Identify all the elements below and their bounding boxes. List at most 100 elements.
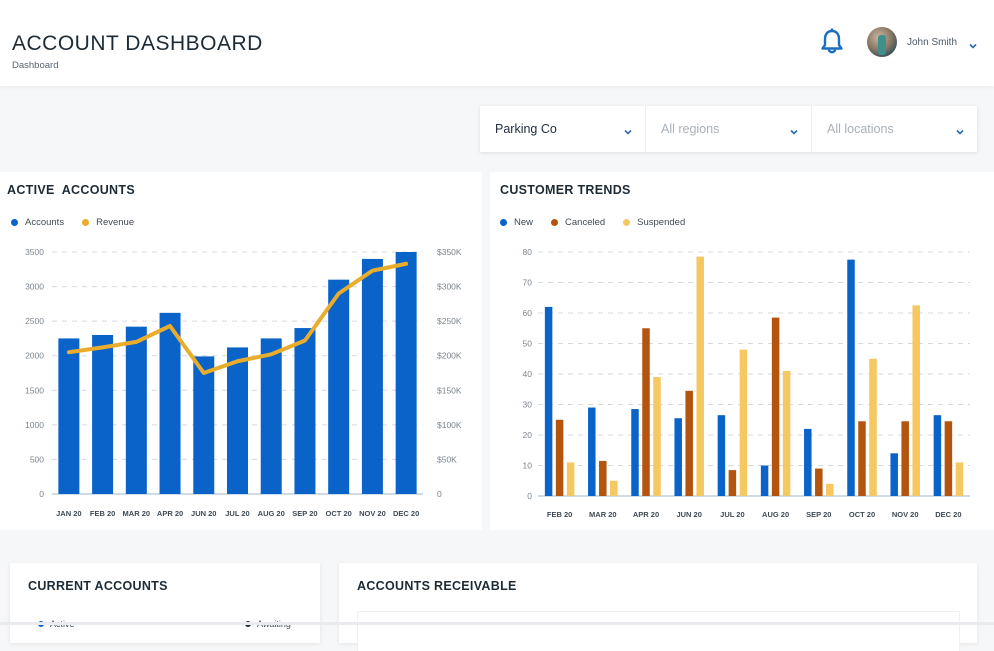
region-select[interactable]: All regions <box>646 106 812 152</box>
current-accounts-card: CURRENT ACCOUNTS Active Awaiting <box>10 563 320 643</box>
bar-suspended <box>782 370 791 496</box>
x-tick-label: FEB 20 <box>547 510 572 519</box>
bar-suspended <box>610 480 618 496</box>
bar-suspended <box>696 256 704 496</box>
company-select[interactable]: Parking Co <box>480 106 646 152</box>
bar-accounts <box>58 338 80 494</box>
chevron-down-icon <box>789 124 799 135</box>
x-tick-label: NOV 20 <box>359 509 386 518</box>
bar-new <box>933 415 942 496</box>
y-tick-label: 3500 <box>25 247 44 257</box>
bar-canceled <box>642 328 650 496</box>
bar-new <box>544 306 553 496</box>
x-tick-label: OCT 20 <box>849 510 875 519</box>
x-tick-label: SEP 20 <box>806 510 831 519</box>
chevron-down-icon <box>623 124 633 135</box>
company-select-value: Parking Co <box>495 122 557 136</box>
y2-tick-label: 0 <box>437 489 442 499</box>
bar-suspended <box>826 483 834 496</box>
bar-new <box>674 418 682 496</box>
y-tick-label: 40 <box>523 369 533 379</box>
bar-suspended <box>739 349 748 496</box>
x-tick-label: OCT 20 <box>326 509 352 518</box>
x-tick-label: JAN 20 <box>56 509 81 518</box>
bar-accounts <box>260 338 282 494</box>
bar-accounts <box>227 347 248 494</box>
y-tick-label: 0 <box>527 491 532 501</box>
bar-suspended <box>566 462 575 496</box>
y-tick-label: 2500 <box>25 316 44 326</box>
active-accounts-panel: ACTIVE ACCOUNTS Accounts Revenue 0 500 100… <box>0 172 482 530</box>
x-tick-label: NOV 20 <box>892 510 919 519</box>
bar-new <box>804 428 812 496</box>
bar-canceled <box>555 419 564 496</box>
bar-new <box>717 415 726 496</box>
y2-tick-label: $100K <box>437 420 462 430</box>
customer-trends-chart: 0 10 20 30 40 50 60 70 80 FEB 20 MAR 20 APR 20 JUN 2… <box>523 247 970 519</box>
page-header: ACCOUNT DASHBOARD Dashboard John Smith <box>0 0 994 86</box>
filter-bar: Parking Co All regions All locations <box>480 106 977 152</box>
y-tick-label: 20 <box>523 430 533 440</box>
x-tick-label: JUN 20 <box>191 509 216 518</box>
y-tick-label: 60 <box>523 308 533 318</box>
accounts-receivable-title: ACCOUNTS RECEIVABLE <box>357 579 517 593</box>
x-tick-label: JUN 20 <box>676 510 701 519</box>
bell-icon[interactable] <box>820 28 844 56</box>
x-tick-label: SEP 20 <box>292 509 317 518</box>
region-select-value: All regions <box>661 122 720 136</box>
bar-accounts <box>328 279 350 494</box>
bar-new <box>588 407 596 496</box>
bar-canceled <box>901 421 909 496</box>
page-title: ACCOUNT DASHBOARD <box>12 32 263 55</box>
bar-new <box>847 259 855 496</box>
x-tick-label: JUL 20 <box>720 510 744 519</box>
bar-new <box>760 465 769 496</box>
y-tick-label: 70 <box>523 278 533 288</box>
x-tick-label: APR 20 <box>157 509 183 518</box>
y-tick-label: 3000 <box>25 282 44 292</box>
bar-accounts <box>92 334 114 494</box>
breadcrumb[interactable]: Dashboard <box>12 60 58 71</box>
bar-canceled <box>685 390 693 496</box>
y2-tick-label: $250K <box>437 316 462 326</box>
accounts-receivable-table <box>357 611 960 651</box>
x-tick-label: FEB 20 <box>90 509 115 518</box>
y-tick-label: 0 <box>39 489 44 499</box>
bar-accounts <box>361 258 383 494</box>
y-tick-label: 2000 <box>25 351 44 361</box>
bar-canceled <box>858 421 866 496</box>
bar-accounts <box>193 356 215 494</box>
current-accounts-title: CURRENT ACCOUNTS <box>28 579 168 593</box>
y-tick-label: 1500 <box>25 385 44 395</box>
y-tick-label: 10 <box>523 461 533 471</box>
avatar[interactable] <box>867 27 897 57</box>
location-select[interactable]: All locations <box>812 106 977 152</box>
y2-tick-label: $150K <box>437 385 462 395</box>
y-tick-label: 50 <box>523 339 533 349</box>
bar-suspended <box>653 377 661 496</box>
bar-suspended <box>869 358 877 496</box>
user-name[interactable]: John Smith <box>907 37 957 48</box>
bar-accounts <box>395 252 417 494</box>
bar-canceled <box>728 470 737 496</box>
bar-suspended <box>955 462 964 496</box>
bar-canceled <box>599 460 607 496</box>
x-tick-label: APR 20 <box>633 510 659 519</box>
bar-accounts <box>294 328 316 494</box>
customer-trends-panel: CUSTOMER TRENDS New Canceled Suspended 0… <box>490 172 994 530</box>
x-tick-label: JUL 20 <box>225 509 249 518</box>
chevron-down-icon[interactable] <box>968 38 978 49</box>
chevron-down-icon <box>955 124 965 135</box>
bar-accounts <box>159 312 181 494</box>
y2-tick-label: $50K <box>437 454 457 464</box>
y-tick-label: 30 <box>523 400 533 410</box>
bar-new <box>890 453 898 496</box>
x-tick-label: AUG 20 <box>258 509 285 518</box>
x-tick-label: MAR 20 <box>589 510 617 519</box>
y-tick-label: 1000 <box>25 420 44 430</box>
location-select-value: All locations <box>827 122 894 136</box>
bar-canceled <box>944 421 953 496</box>
bar-new <box>631 409 639 496</box>
x-tick-label: MAR 20 <box>123 509 151 518</box>
x-tick-label: DEC 20 <box>393 509 419 518</box>
